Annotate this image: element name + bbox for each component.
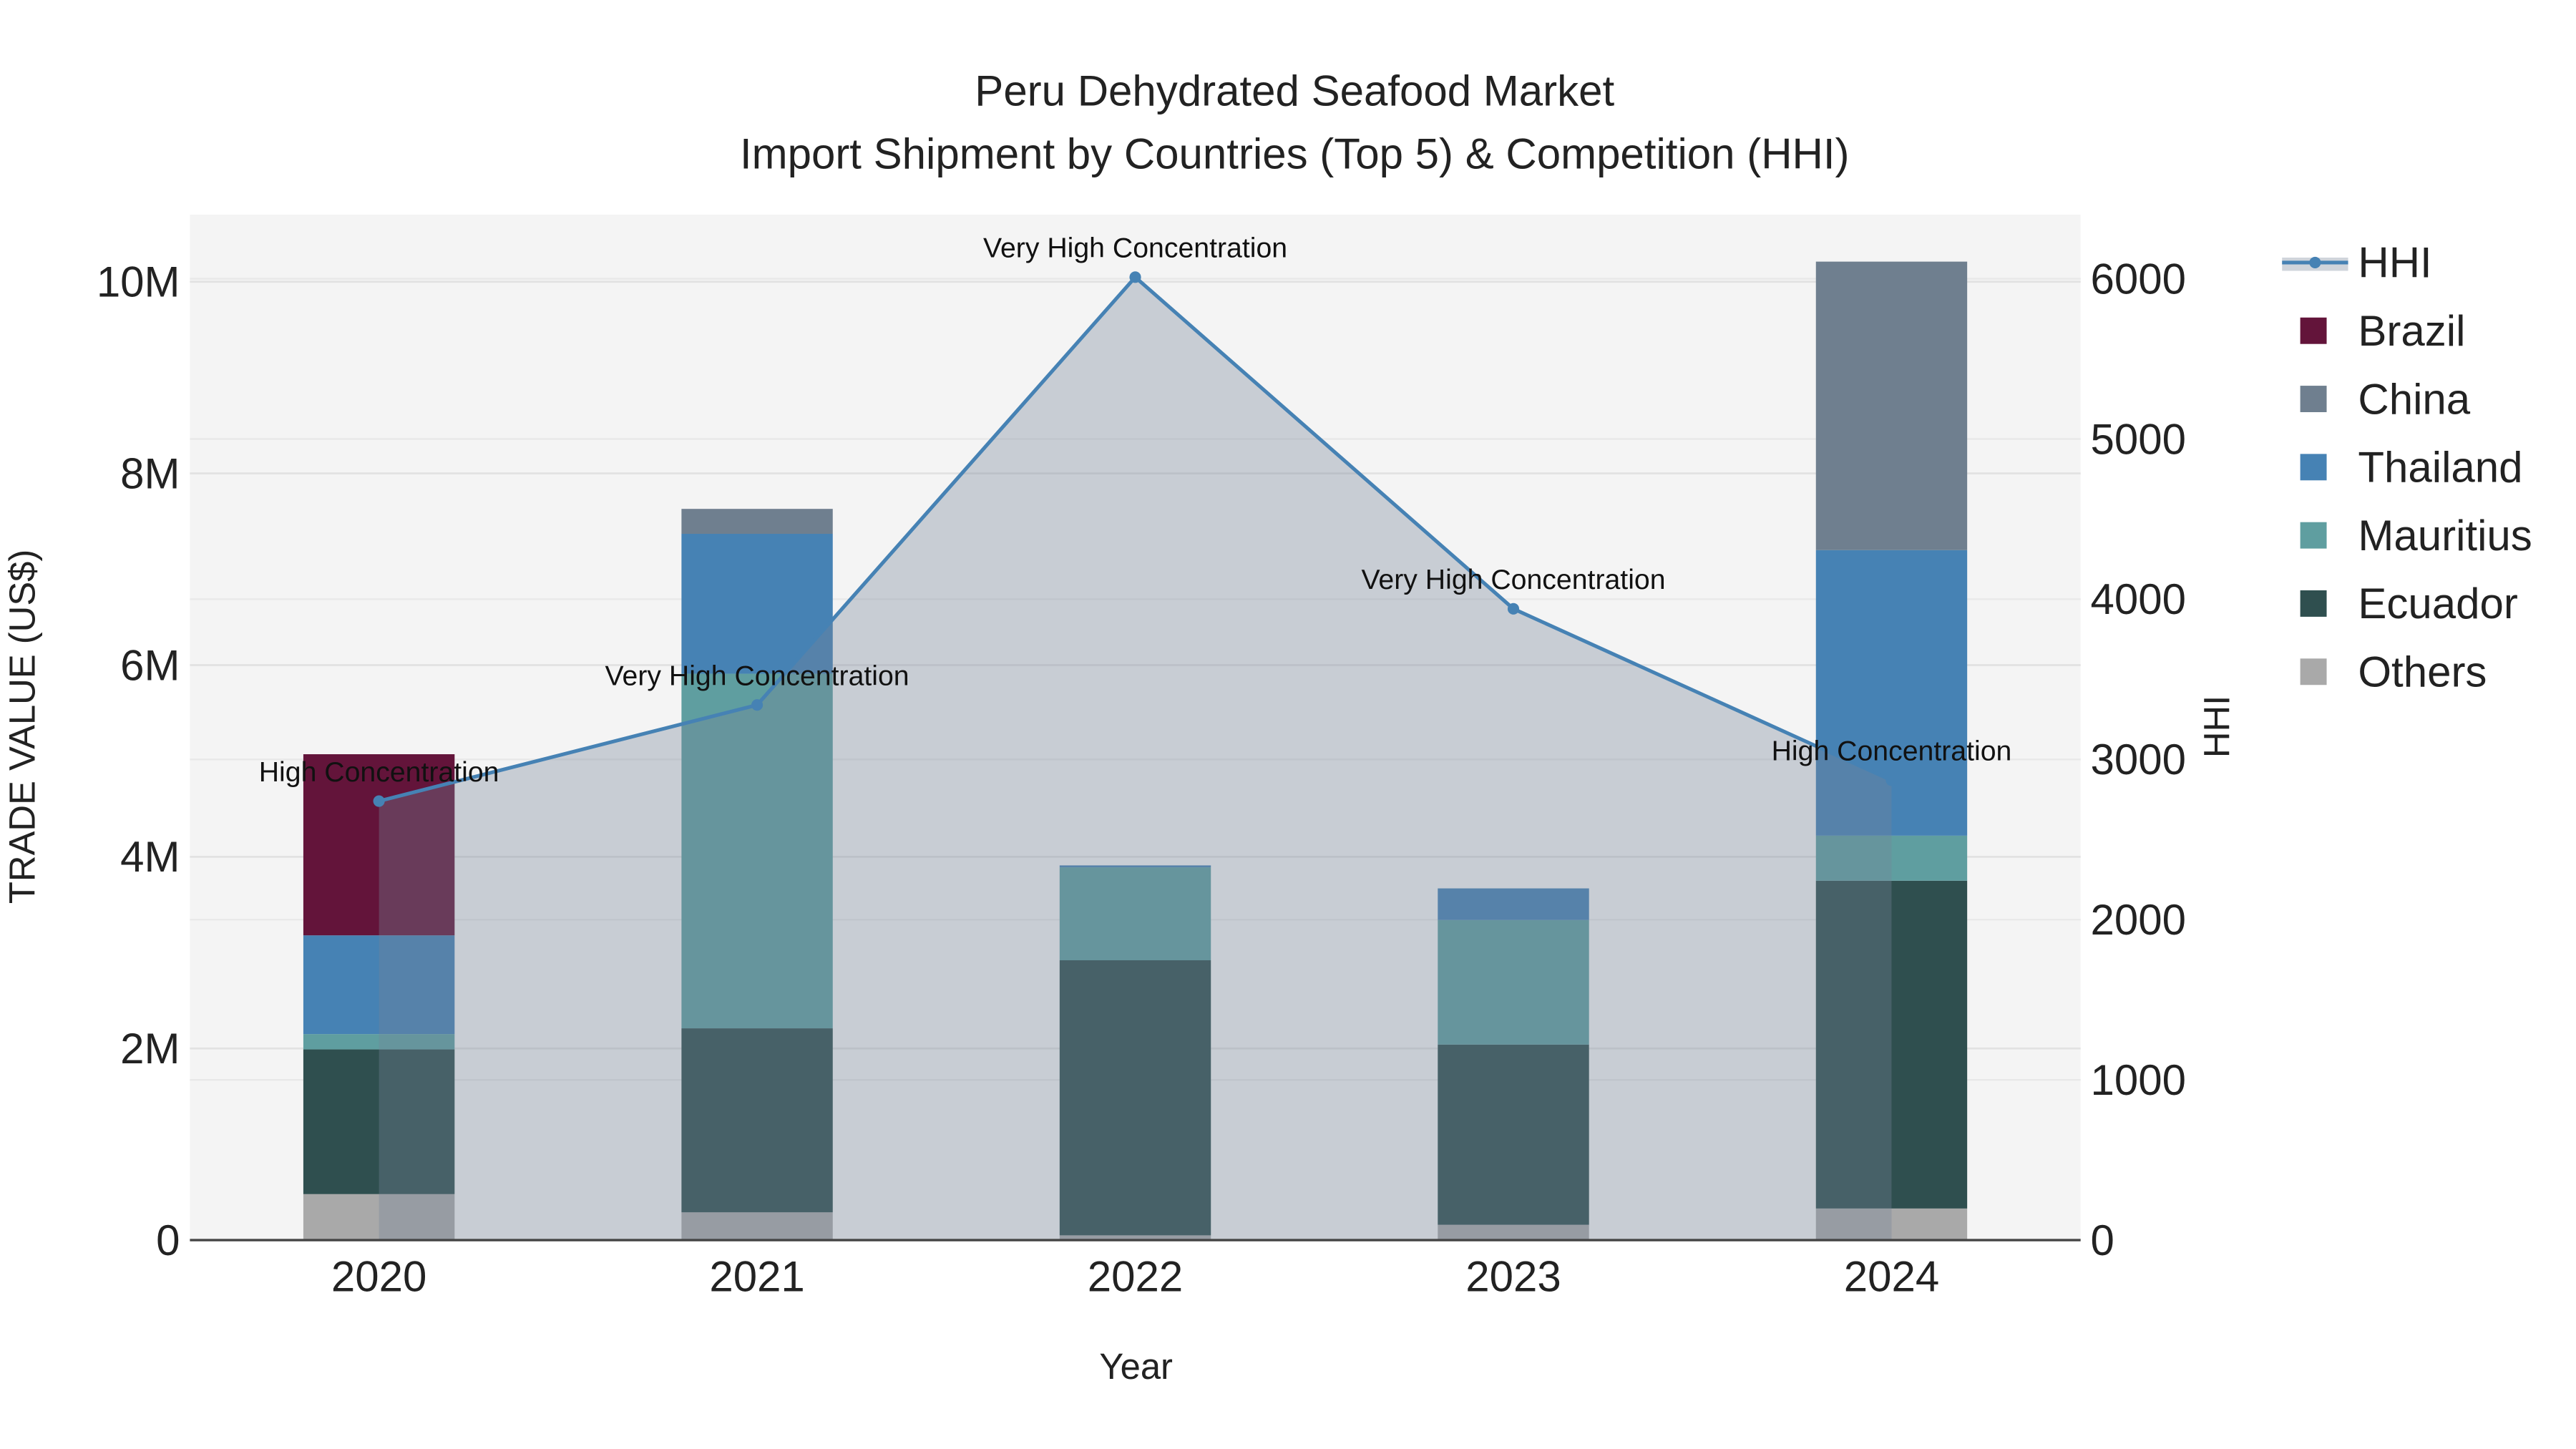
chart: High Concentration Very High Concentratio… [1, 67, 2532, 1387]
y2-tick-label: 1000 [2091, 1056, 2186, 1104]
legend-swatch-ecuador [2300, 590, 2327, 617]
hhi-annotation: High Concentration [259, 756, 499, 788]
hhi-point-2020 [373, 795, 385, 807]
y-axis-title: TRADE VALUE (US$) [1, 550, 42, 904]
y2-tick-label: 0 [2091, 1216, 2114, 1264]
legend-swatch-others [2300, 658, 2327, 686]
x-tick-label: 2020 [331, 1253, 426, 1301]
legend-swatch-china [2300, 386, 2327, 412]
y-tick-label: 4M [120, 833, 180, 881]
legend-label-others: Others [2358, 648, 2487, 696]
legend-label-china: China [2358, 375, 2470, 423]
hhi-point-2021 [751, 699, 763, 711]
y2-axis-title: HHI [2196, 696, 2237, 758]
y2-tick-label: 5000 [2091, 415, 2186, 463]
legend-label-ecuador: Ecuador [2358, 580, 2517, 628]
legend-hhi-marker [2309, 256, 2321, 268]
y-tick-label: 6M [120, 641, 180, 689]
x-axis-title: Year [1099, 1346, 1173, 1387]
hhi-annotation: Very High Concentration [1361, 564, 1665, 595]
hhi-annotation: Very High Concentration [605, 660, 909, 691]
y-tick-label: 0 [156, 1216, 180, 1264]
legend: HHI Brazil China Thailand Mauritius Ecuador Ot… [2282, 239, 2532, 696]
legend-swatch-brazil [2300, 317, 2327, 344]
hhi-point-2024 [1885, 774, 1898, 786]
y2-tick-label: 3000 [2091, 736, 2186, 784]
y2-tick-label: 6000 [2091, 255, 2186, 303]
x-tick-label: 2023 [1465, 1253, 1561, 1301]
legend-swatch-mauritius [2300, 522, 2327, 549]
legend-label-brazil: Brazil [2358, 307, 2465, 355]
legend-label-mauritius: Mauritius [2358, 512, 2532, 560]
legend-label-hhi: HHI [2358, 239, 2431, 287]
y2-tick-label: 2000 [2091, 896, 2186, 944]
hhi-annotation: High Concentration [1772, 736, 2012, 767]
x-tick-label: 2022 [1088, 1253, 1183, 1301]
y2-tick-label: 4000 [2091, 575, 2186, 623]
y-tick-label: 2M [120, 1025, 180, 1073]
legend-swatch-thailand [2300, 454, 2327, 481]
y-tick-label: 8M [120, 449, 180, 497]
hhi-annotation: Very High Concentration [983, 233, 1287, 264]
legend-label-thailand: Thailand [2358, 444, 2522, 492]
x-tick-label: 2024 [1844, 1253, 1939, 1301]
bar-china-2024 [1815, 261, 1968, 550]
chart-subtitle: Import Shipment by Countries (Top 5) & C… [740, 130, 1850, 177]
y-tick-label: 10M [97, 258, 180, 306]
hhi-point-2023 [1507, 602, 1520, 615]
chart-title: Peru Dehydrated Seafood Market [975, 67, 1614, 115]
x-tick-label: 2021 [709, 1253, 804, 1301]
hhi-point-2022 [1129, 271, 1141, 283]
bar-china-2021 [681, 509, 833, 534]
